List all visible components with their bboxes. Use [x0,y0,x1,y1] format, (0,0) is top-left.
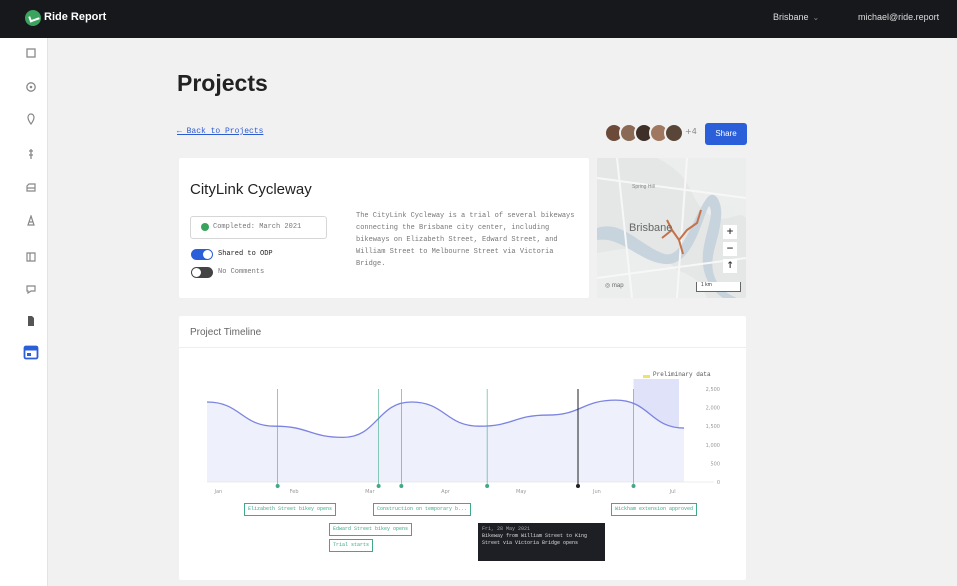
pin-icon[interactable] [24,112,38,126]
map-label-suburb: Spring Hill [632,184,655,190]
project-details-card: CityLink Cycleway Completed: March 2021 … [179,158,589,298]
user-menu[interactable]: michael@ride.report [858,12,939,22]
page-title: Projects [177,70,268,96]
back-to-projects-link[interactable]: ← Back to Projects [177,127,263,136]
tooltip-text: Bikeway from William Street to King Stre… [482,533,588,546]
project-name: CityLink Cycleway [190,181,312,198]
y-tick-label: 500 [710,461,720,467]
zoom-in-button[interactable]: + [723,225,737,239]
ride-report-logo[interactable] [25,10,41,26]
app-name[interactable]: Ride Report [44,11,106,23]
x-tick-label: May [516,489,526,495]
y-tick-label: 1,500 [706,424,720,430]
chat-icon[interactable] [24,282,38,296]
map-label-city: Brisbane [629,222,673,234]
status-badge: Completed: March 2021 [190,216,327,239]
route-icon[interactable] [24,147,38,161]
comments-toggle[interactable] [191,267,213,278]
shared-to-odp-toggle[interactable] [191,249,213,260]
x-tick-label: Jul [669,489,676,495]
more-collaborators-count[interactable]: +4 [685,127,697,136]
y-tick-label: 0 [717,480,720,486]
vehicle-icon[interactable] [24,181,38,195]
toggle-label: No Comments [218,268,265,276]
y-tick-label: 1,000 [706,443,720,449]
toggle-label: Shared to ODP [218,250,273,258]
check-circle-icon [201,223,209,231]
zoom-out-button[interactable]: − [723,242,737,256]
project-map[interactable]: Spring Hill Brisbane + − ↑ 1 km ◎ map [597,158,746,298]
event-marker-dot [576,484,580,488]
y-tick-label: 2,000 [706,406,720,412]
y-tick-label: 2,500 [706,387,720,393]
timeline-annotation[interactable]: Construction on temporary b... [373,503,472,516]
project-description: The CityLink Cycleway is a trial of seve… [356,212,575,268]
target-icon[interactable] [24,80,38,94]
compass-button[interactable]: ↑ [723,259,737,273]
map-scale-bar: 1 km [696,282,741,292]
top-bar: Ride Report Brisbane ⌄ michael@ride.repor… [0,0,957,38]
mapbox-logo: ◎ map [605,283,624,289]
event-marker-dot [376,484,381,488]
timeline-annotation[interactable]: Elizabeth Street bikey opens [244,503,337,516]
event-marker-dot [485,484,490,488]
ridership-chart[interactable]: Jan Feb Mar Apr May Jun Jul 0 500 1,000 1,500 2,000… [179,316,746,580]
bike-icon[interactable] [24,214,38,228]
share-button[interactable]: Share [705,123,747,145]
x-tick-label: Mar [365,489,375,495]
city-name[interactable]: Brisbane [773,12,809,22]
calendar-icon[interactable] [22,343,39,360]
project-timeline-card: Project Timeline Preliminary data Jan Feb… [179,316,746,580]
avatar[interactable] [664,123,684,143]
tooltip-date: Fri, 28 May 2021 [482,526,531,532]
event-tooltip: Fri, 28 May 2021 Bikeway from William St… [478,523,605,561]
cube-icon[interactable] [24,46,38,60]
timeline-annotation[interactable]: Edward Street bikey opens [329,523,413,536]
x-tick-label: Apr [441,489,451,495]
x-tick-label: Jun [592,489,601,495]
x-tick-label: Feb [290,489,299,495]
event-marker-dot [631,484,636,488]
timeline-annotation[interactable]: Wickham extension approved [611,503,698,516]
chevron-down-icon[interactable]: ⌄ [813,13,820,22]
x-tick-label: Jan [213,489,222,495]
toggle-knob [203,250,212,259]
event-marker-dot [399,484,404,488]
toggle-knob [192,268,201,277]
status-text: Completed: March 2021 [213,223,302,231]
collaborator-avatars[interactable]: +4 [604,123,699,145]
event-marker-dot [275,484,280,488]
city-selector[interactable]: Brisbane ⌄ [773,12,819,22]
document-icon[interactable] [24,314,38,328]
sidebar [0,38,48,586]
series-area [207,400,684,482]
timeline-annotation[interactable]: Trial starts [329,539,374,552]
map-icon[interactable] [24,250,38,264]
